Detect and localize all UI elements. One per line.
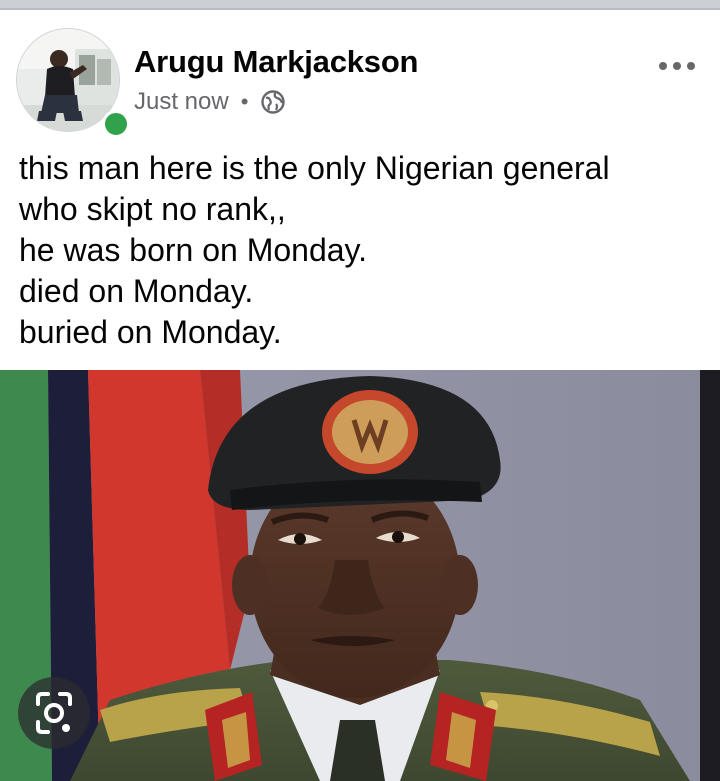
post-text-line: buried on Monday. [19, 314, 282, 350]
more-dot-icon [659, 62, 667, 70]
more-dot-icon [687, 62, 695, 70]
author-name[interactable]: Arugu Markjackson [134, 44, 418, 80]
more-dot-icon [673, 62, 681, 70]
meta-separator: • [240, 89, 249, 114]
post-text-line: this man here is the only Nigerian gener… [19, 150, 610, 186]
feed-divider [0, 0, 720, 10]
post-header: Arugu Markjackson Just now • [0, 10, 720, 140]
post-text-line: who skipt no rank,, [19, 191, 286, 227]
post-photo[interactable] [0, 370, 720, 781]
more-options-button[interactable] [652, 54, 702, 78]
post-meta: Just now • [134, 88, 286, 116]
online-status-dot [102, 110, 130, 138]
author-avatar[interactable] [16, 28, 130, 138]
post-timestamp[interactable]: Just now [134, 88, 229, 116]
post-body: this man here is the only Nigerian gener… [19, 148, 709, 353]
post-text-line: he was born on Monday. [19, 232, 368, 268]
post-text-line: died on Monday. [19, 273, 254, 309]
lens-overlay-button[interactable] [18, 677, 90, 749]
globe-icon [261, 90, 286, 114]
